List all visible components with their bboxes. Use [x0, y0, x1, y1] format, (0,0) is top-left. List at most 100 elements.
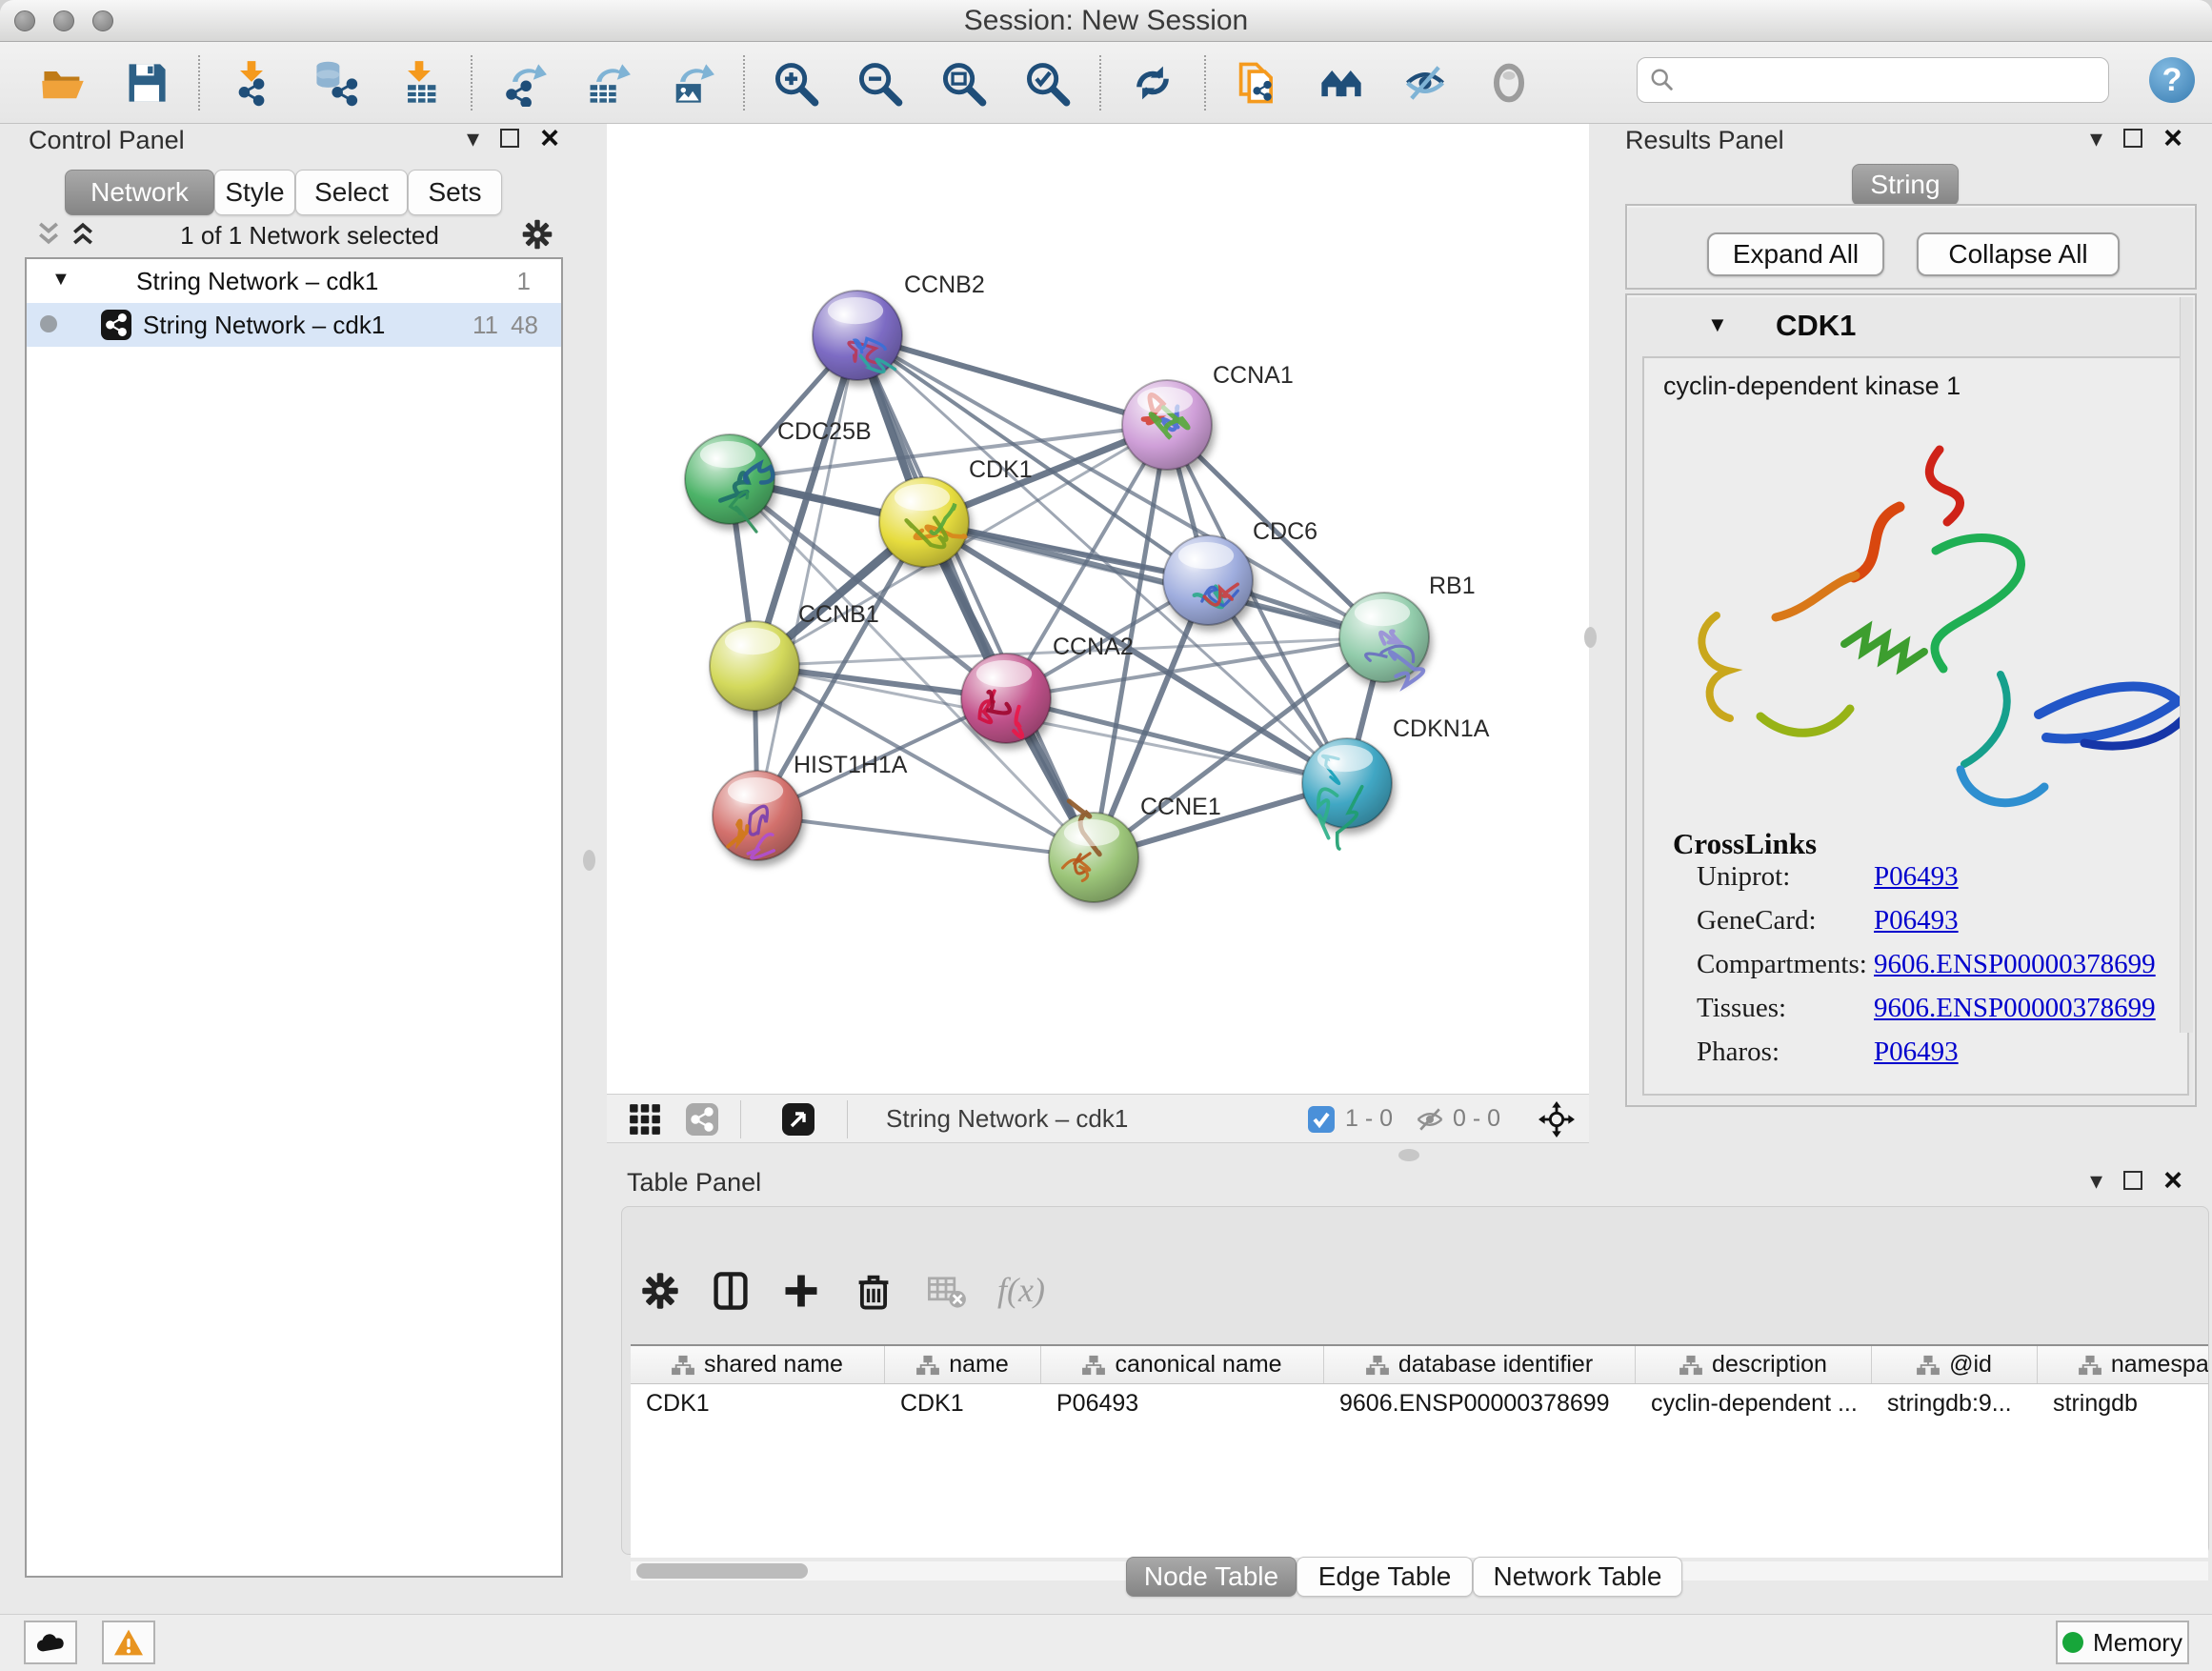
cell-namespace[interactable]: stringdb	[2038, 1384, 2208, 1422]
memory-status-icon	[2062, 1632, 2083, 1653]
network-canvas[interactable]: CCNB2CCNA1CDC25BCDK1CDC6RB1CCNB1CCNA2CDK…	[607, 124, 1589, 1094]
warning-status-button[interactable]	[102, 1621, 155, 1664]
tab-sets[interactable]: Sets	[408, 170, 502, 215]
node-CDK1[interactable]: CDK1	[879, 456, 1033, 567]
column-header-name[interactable]: name	[885, 1346, 1041, 1383]
first-neighbors-icon[interactable]	[1299, 52, 1383, 113]
crosslink-link[interactable]: 9606.ENSP00000378699	[1874, 993, 2156, 1024]
import-table-icon[interactable]	[377, 52, 461, 113]
collapse-all-icon[interactable]	[34, 219, 63, 248]
network-options-gear-icon[interactable]	[520, 217, 554, 252]
crosslink-link[interactable]: 9606.ENSP00000378699	[1874, 949, 2156, 980]
open-session-icon[interactable]	[21, 52, 105, 113]
cell-canonical-name[interactable]: P06493	[1041, 1384, 1324, 1422]
table-panel-float-icon[interactable]	[2123, 1171, 2142, 1190]
graphics-details-icon[interactable]	[1467, 52, 1551, 113]
delete-table-icon[interactable]	[925, 1270, 967, 1312]
edge-CCNB2-CCNE1[interactable]	[857, 335, 1094, 857]
hide-selected-icon[interactable]	[1383, 52, 1467, 113]
table-row[interactable]: CDK1CDK1P064939606.ENSP00000378699cyclin…	[631, 1384, 2208, 1422]
gene-section-header[interactable]: ▼ CDK1	[1627, 295, 2195, 354]
node-RB1[interactable]: RB1	[1339, 573, 1476, 686]
gene-collapse-icon[interactable]: ▼	[1707, 312, 1728, 337]
node-CCNA1[interactable]: CCNA1	[1122, 362, 1294, 470]
table-h-scrollbar-thumb[interactable]	[636, 1563, 808, 1579]
network-share-view-icon[interactable]	[685, 1102, 719, 1137]
column-header--id[interactable]: @id	[1872, 1346, 2038, 1383]
tab-network[interactable]: Network	[65, 170, 214, 215]
apply-layout-icon[interactable]	[1111, 52, 1195, 113]
collection-expand-icon[interactable]: ▼	[51, 269, 70, 291]
network-collection-row[interactable]: ▼ String Network – cdk1 1	[27, 259, 561, 303]
column-header-database-identifier[interactable]: database identifier	[1324, 1346, 1636, 1383]
table-panel-close-icon[interactable]: ×	[2163, 1170, 2182, 1191]
cell-database-identifier[interactable]: 9606.ENSP00000378699	[1324, 1384, 1636, 1422]
birdseye-view-icon[interactable]	[781, 1102, 815, 1137]
tab-select[interactable]: Select	[295, 170, 408, 215]
network-overview-icon[interactable]	[1216, 52, 1299, 113]
control-panel-float-icon[interactable]	[500, 129, 519, 148]
expand-all-button[interactable]: Expand All	[1707, 232, 1884, 276]
edge-HIST1H1A-CCNE1[interactable]	[757, 815, 1094, 857]
cell-name[interactable]: CDK1	[885, 1384, 1041, 1422]
control-panel-menu-icon[interactable]: ▾	[467, 129, 479, 148]
results-panel-close-icon[interactable]: ×	[2163, 128, 2182, 149]
collapse-all-button[interactable]: Collapse All	[1917, 232, 2120, 276]
title-bar[interactable]: Session: New Session	[0, 0, 2212, 42]
add-column-icon[interactable]	[780, 1270, 822, 1312]
network-row-selected[interactable]: String Network – cdk1 11 48	[27, 303, 561, 347]
node-CDKN1A[interactable]: CDKN1A	[1302, 715, 1490, 849]
column-header-canonical-name[interactable]: canonical name	[1041, 1346, 1324, 1383]
save-session-icon[interactable]	[105, 52, 189, 113]
results-panel-float-icon[interactable]	[2123, 129, 2142, 148]
expand-all-icon[interactable]	[69, 219, 97, 248]
search-input[interactable]	[1676, 61, 2108, 99]
tab-style[interactable]: Style	[214, 170, 295, 215]
zoom-fit-icon[interactable]	[922, 52, 1006, 113]
column-header-description[interactable]: description	[1636, 1346, 1872, 1383]
crosslink-link[interactable]: P06493	[1874, 905, 1959, 936]
tab-string[interactable]: String	[1852, 164, 1959, 206]
node-CCNE1[interactable]: CCNE1	[1049, 794, 1221, 902]
edge-CCNB2-HIST1H1A[interactable]	[757, 335, 857, 815]
import-network-database-icon[interactable]	[293, 52, 377, 113]
cell-description[interactable]: cyclin-dependent ...	[1636, 1384, 1872, 1422]
cloud-status-button[interactable]	[24, 1621, 77, 1664]
zoom-out-icon[interactable]	[838, 52, 922, 113]
grid-view-icon[interactable]	[628, 1102, 662, 1137]
control-panel-close-icon[interactable]: ×	[540, 128, 559, 149]
zoom-in-icon[interactable]	[754, 52, 838, 113]
column-header-shared-name[interactable]: shared name	[631, 1346, 885, 1383]
bottom-splitter-handle[interactable]	[1398, 1149, 1419, 1161]
table-options-gear-icon[interactable]	[639, 1270, 681, 1312]
results-scrollbar[interactable]	[2180, 297, 2193, 1033]
edge-CCNB2-CCNA1[interactable]	[857, 335, 1167, 425]
delete-column-icon[interactable]	[853, 1270, 895, 1312]
search-field[interactable]	[1637, 57, 2109, 103]
node-CCNB1[interactable]: CCNB1	[710, 601, 879, 711]
crosslink-link[interactable]: P06493	[1874, 1037, 1959, 1068]
cell--id[interactable]: stringdb:9...	[1872, 1384, 2038, 1422]
right-splitter-handle[interactable]	[1584, 627, 1597, 648]
help-button[interactable]: ?	[2147, 55, 2197, 105]
export-image-icon[interactable]	[650, 52, 734, 113]
selected-checkbox-icon[interactable]	[1307, 1105, 1336, 1134]
import-network-file-icon[interactable]	[210, 52, 293, 113]
fit-selected-crosshair-icon[interactable]	[1538, 1101, 1575, 1137]
column-header-namespace[interactable]: namespace	[2038, 1346, 2208, 1383]
export-table-icon[interactable]	[566, 52, 650, 113]
tab-edge-table[interactable]: Edge Table	[1297, 1557, 1473, 1597]
tab-node-table[interactable]: Node Table	[1126, 1557, 1297, 1597]
tab-network-table[interactable]: Network Table	[1473, 1557, 1682, 1597]
show-columns-icon[interactable]	[710, 1270, 752, 1312]
zoom-selected-icon[interactable]	[1006, 52, 1090, 113]
crosslink-link[interactable]: P06493	[1874, 861, 1959, 893]
results-panel-menu-icon[interactable]: ▾	[2090, 129, 2102, 148]
table-panel-menu-icon[interactable]: ▾	[2090, 1171, 2102, 1190]
export-network-icon[interactable]	[482, 52, 566, 113]
memory-button[interactable]: Memory	[2056, 1621, 2189, 1664]
hidden-eye-icon[interactable]	[1415, 1104, 1445, 1135]
left-splitter-handle[interactable]	[583, 850, 595, 871]
cell-shared-name[interactable]: CDK1	[631, 1384, 885, 1422]
node-HIST1H1A[interactable]: HIST1H1A	[713, 752, 908, 860]
